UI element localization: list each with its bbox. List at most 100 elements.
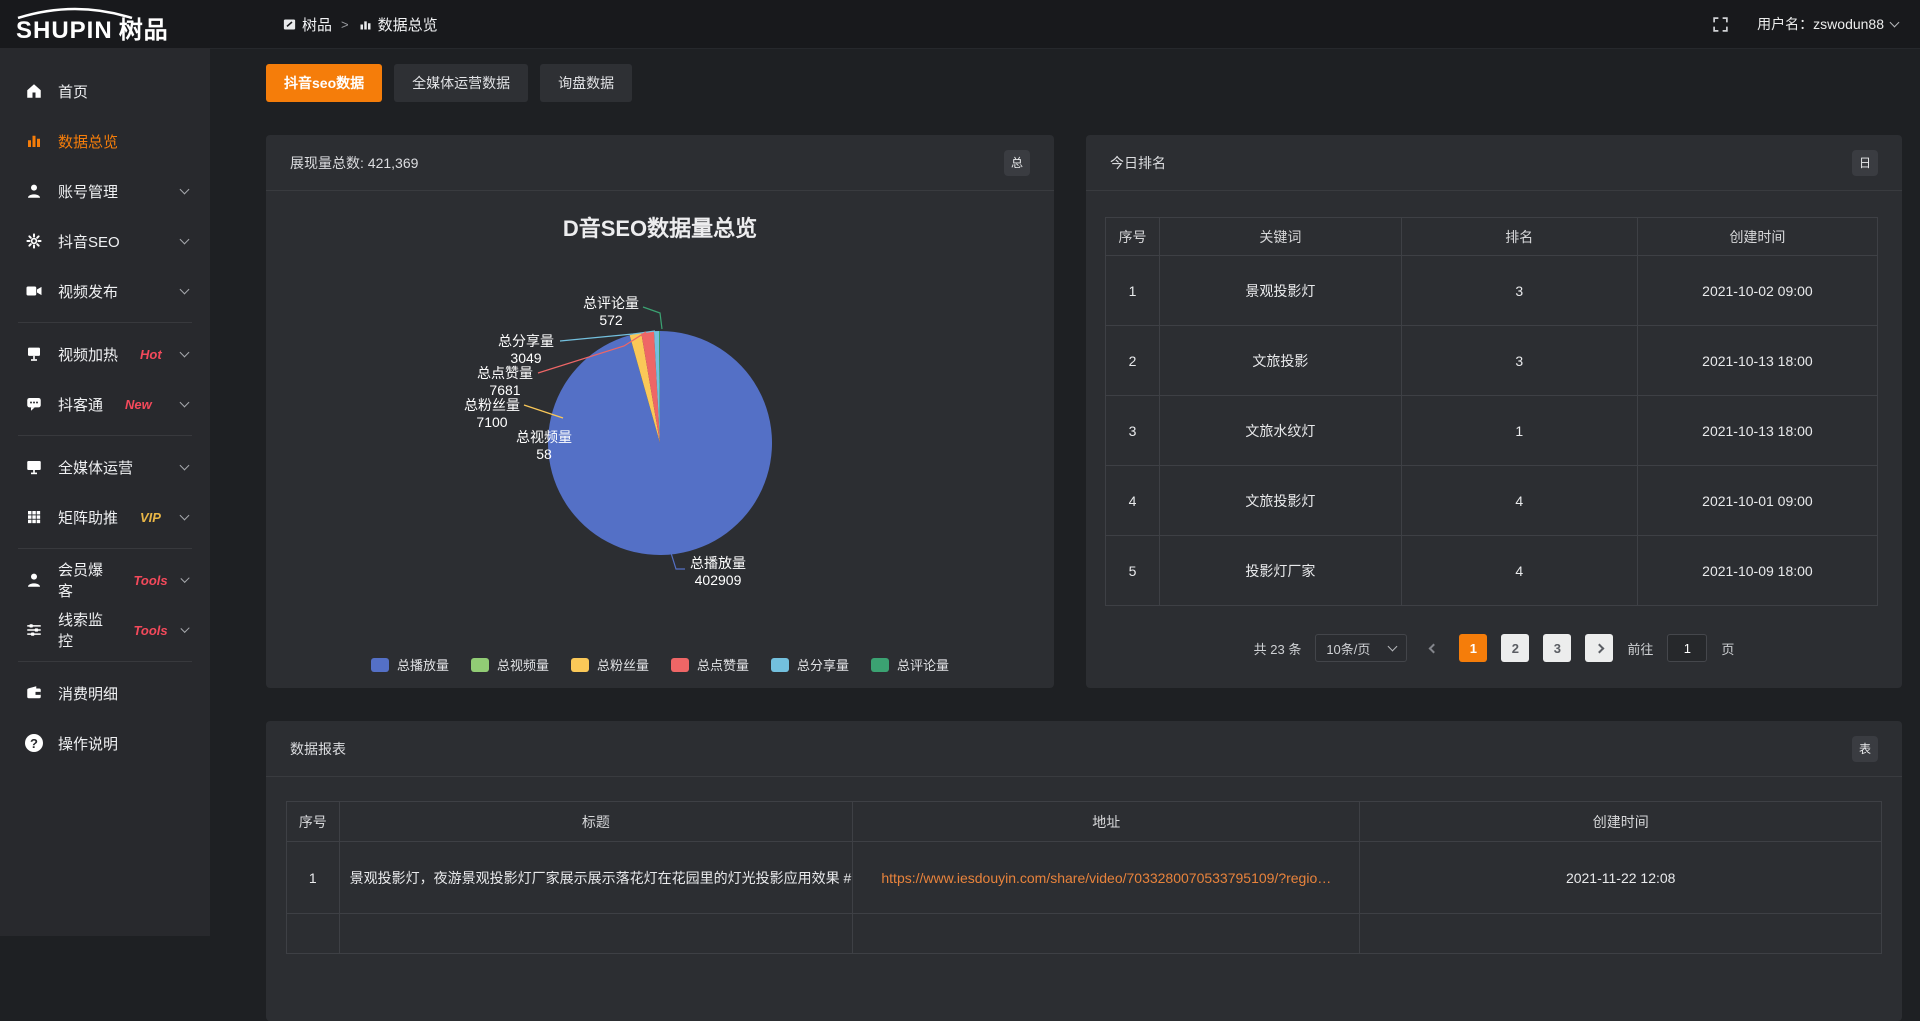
tab-inquiry-data[interactable]: 询盘数据 — [540, 64, 632, 102]
sliders-icon — [24, 620, 44, 640]
chat-icon — [24, 394, 44, 414]
cell-index: 2 — [1106, 326, 1160, 396]
cell-rank: 3 — [1401, 326, 1637, 396]
legend-label: 总粉丝量 — [597, 655, 649, 674]
goto-page-input[interactable] — [1667, 634, 1707, 662]
pie-label-likes: 总点赞量7681 — [471, 365, 539, 399]
legend-label: 总视频量 — [497, 655, 549, 674]
hot-badge: Hot — [140, 347, 162, 362]
overview-stat: 展现量总数: 421,369 — [290, 153, 418, 173]
breadcrumb-label: 树品 — [302, 14, 332, 35]
sidebar-item-video-heat[interactable]: 视频加热 Hot — [0, 329, 210, 379]
question-icon: ? — [24, 733, 44, 753]
sidebar-item-video-publish[interactable]: 视频发布 — [0, 266, 210, 316]
pie-slice-总播放量[interactable] — [548, 331, 772, 555]
breadcrumb-label: 数据总览 — [378, 14, 438, 35]
chart-title: D音SEO数据量总览 — [266, 211, 1054, 243]
tab-douyin-seo-data[interactable]: 抖音seo数据 — [266, 64, 382, 102]
page-button-2[interactable]: 2 — [1501, 634, 1529, 662]
user-menu[interactable]: 用户名：zswodun88 — [1757, 14, 1898, 34]
prev-page-button[interactable] — [1421, 634, 1445, 662]
top-bar: SHUPIN树品 树品 > 数据总览 用户名：zswodun88 — [0, 0, 1920, 48]
legend-item-总点赞量[interactable]: 总点赞量 — [671, 655, 749, 674]
person-icon — [24, 570, 44, 590]
legend-item-总分享量[interactable]: 总分享量 — [771, 655, 849, 674]
sidebar-divider — [18, 661, 192, 662]
cell-keyword: 文旅投影灯 — [1160, 466, 1402, 536]
column-header: 创建时间 — [1637, 218, 1877, 256]
cell-keyword: 投影灯厂家 — [1160, 536, 1402, 606]
sidebar-item-help[interactable]: ? 操作说明 — [0, 718, 210, 768]
column-header: 关键词 — [1160, 218, 1402, 256]
sidebar-item-member-baoke[interactable]: 会员爆客 Tools — [0, 555, 210, 605]
cell-created: 2021-10-09 18:00 — [1637, 536, 1877, 606]
chevron-down-icon — [180, 235, 190, 245]
legend-swatch — [371, 658, 389, 672]
table-row: 1 景观投影灯 3 2021-10-02 09:00 — [1106, 256, 1878, 326]
breadcrumb-home[interactable]: 树品 — [282, 14, 332, 35]
video-link[interactable]: https://www.iesdouyin.com/share/video/70… — [881, 870, 1331, 886]
page-button-3[interactable]: 3 — [1543, 634, 1571, 662]
sidebar-item-home[interactable]: 首页 — [0, 66, 210, 116]
page-size-select[interactable]: 10条/页 — [1315, 634, 1407, 662]
sidebar-item-label: 全媒体运营 — [58, 457, 133, 478]
overview-corner-button[interactable]: 总 — [1004, 150, 1030, 176]
app-logo[interactable]: SHUPIN树品 — [0, 4, 210, 45]
legend-item-总粉丝量[interactable]: 总粉丝量 — [571, 655, 649, 674]
legend-swatch — [871, 658, 889, 672]
pie-label-videos: 总视频量58 — [514, 429, 574, 463]
next-page-button[interactable] — [1585, 634, 1613, 662]
report-table: 序号 标题 地址 创建时间 1 景观投影灯，夜游景观投影灯厂家展示展示落花灯在花… — [286, 801, 1882, 954]
cell-created: 2021-11-22 12:08 — [1360, 842, 1882, 914]
goto-unit: 页 — [1721, 639, 1734, 658]
legend-item-总视频量[interactable]: 总视频量 — [471, 655, 549, 674]
ranking-corner-button[interactable]: 日 — [1852, 150, 1878, 176]
sidebar-item-account[interactable]: 账号管理 — [0, 166, 210, 216]
breadcrumb-sep: > — [341, 17, 349, 32]
legend-swatch — [771, 658, 789, 672]
logo-cn: 树品 — [119, 17, 169, 44]
sidebar-item-matrix-boost[interactable]: 矩阵助推 VIP — [0, 492, 210, 542]
tools-badge: Tools — [133, 573, 167, 588]
page-button-1[interactable]: 1 — [1459, 634, 1487, 662]
column-header: 序号 — [287, 802, 340, 842]
legend-item-总评论量[interactable]: 总评论量 — [871, 655, 949, 674]
video-camera-icon — [24, 281, 44, 301]
cell-rank: 1 — [1401, 396, 1637, 466]
fullscreen-icon[interactable] — [1712, 16, 1729, 33]
sidebar-item-doketong[interactable]: 抖客通 New — [0, 379, 210, 429]
sidebar-item-omnimedia[interactable]: 全媒体运营 — [0, 442, 210, 492]
tab-omnimedia-data[interactable]: 全媒体运营数据 — [394, 64, 528, 102]
data-tabs: 抖音seo数据 全媒体运营数据 询盘数据 — [266, 64, 1902, 102]
sidebar-item-consumption[interactable]: 消费明细 — [0, 668, 210, 718]
sidebar: 首页 数据总览 账号管理 抖音SEO 视频发布 视频加热 Hot 抖客通 New… — [0, 48, 210, 936]
sidebar-item-douyin-seo[interactable]: 抖音SEO — [0, 216, 210, 266]
sidebar-item-lead-monitor[interactable]: 线索监控 Tools — [0, 605, 210, 655]
report-corner-button[interactable]: 表 — [1852, 736, 1878, 762]
ranking-table: 序号 关键词 排名 创建时间 1 景观投影灯 3 2021-10-02 09:0… — [1105, 217, 1878, 606]
legend-label: 总播放量 — [397, 655, 449, 674]
table-row: 3 文旅水纹灯 1 2021-10-13 18:00 — [1106, 396, 1878, 466]
chevron-right-icon — [1594, 643, 1604, 653]
tools-badge: Tools — [133, 623, 167, 638]
pagination: 共 23 条 10条/页 1 2 3 前往 页 — [1086, 634, 1902, 662]
pie-slices — [548, 331, 772, 555]
sidebar-item-data-overview[interactable]: 数据总览 — [0, 116, 210, 166]
sidebar-item-label: 操作说明 — [58, 733, 118, 754]
legend-item-总播放量[interactable]: 总播放量 — [371, 655, 449, 674]
legend-swatch — [571, 658, 589, 672]
sidebar-divider — [18, 435, 192, 436]
ranking-panel: 今日排名 日 序号 关键词 排名 创建时间 — [1086, 135, 1902, 688]
sidebar-item-label: 首页 — [58, 81, 88, 102]
gear-icon — [24, 231, 44, 251]
chevron-down-icon — [180, 348, 190, 358]
sidebar-item-label: 抖音SEO — [58, 231, 120, 252]
column-header: 排名 — [1401, 218, 1637, 256]
breadcrumb-current[interactable]: 数据总览 — [358, 14, 438, 35]
table-row: 5 投影灯厂家 4 2021-10-09 18:00 — [1106, 536, 1878, 606]
chart-legend: 总播放量 总视频量 总粉丝量 总点赞量 总分享量 总评论量 — [266, 655, 1054, 674]
sidebar-divider — [18, 548, 192, 549]
pie-label-plays: 总播放量402909 — [686, 555, 750, 589]
new-badge: New — [125, 397, 152, 412]
billboard-icon — [24, 344, 44, 364]
